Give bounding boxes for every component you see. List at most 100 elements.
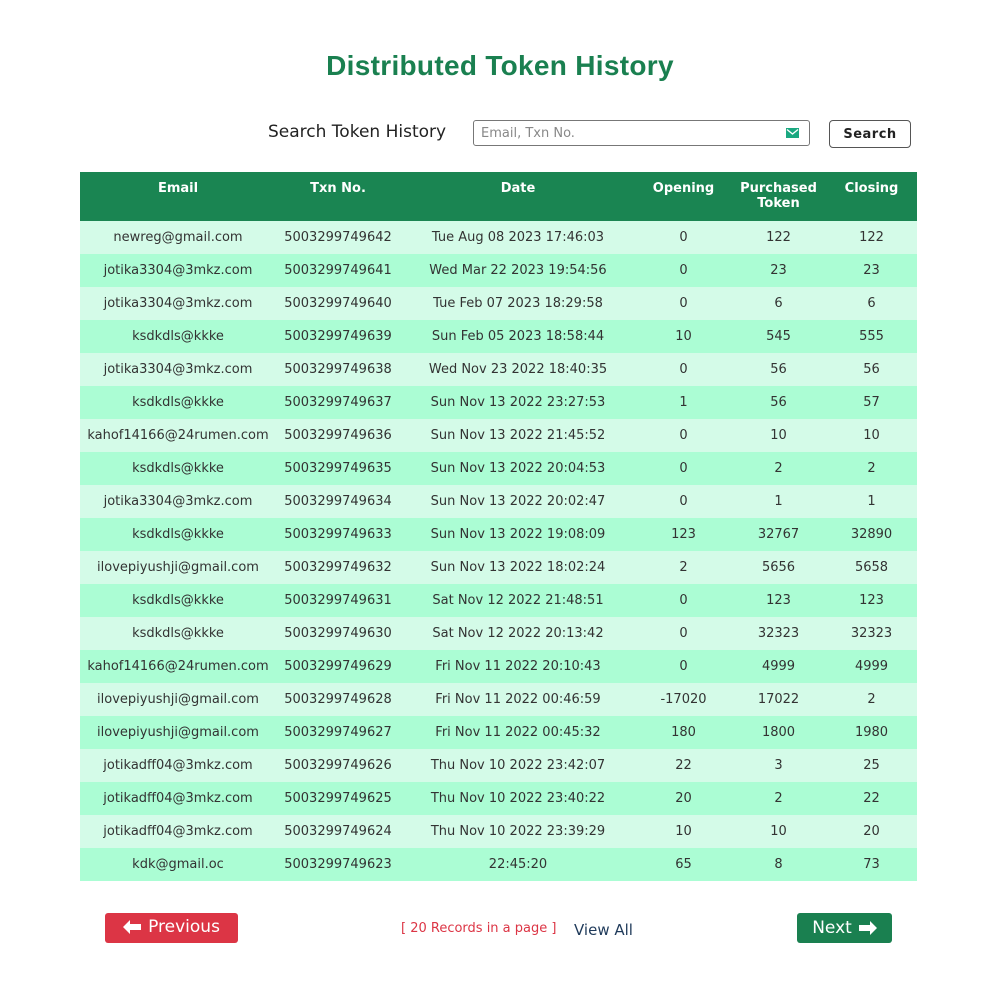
next-button[interactable]: Next xyxy=(797,913,892,943)
cell-closing: 4999 xyxy=(854,659,889,674)
cell-opening: 180 xyxy=(671,725,696,740)
table-row: ksdkdls@kkke 5003299749639 Sun Feb 05 2023… xyxy=(80,320,917,353)
cell-txn-no: 5003299749637 xyxy=(284,395,392,410)
cell-email: kahof14166@24rumen.com xyxy=(87,428,269,443)
cell-txn-no: 5003299749634 xyxy=(284,494,392,509)
cell-email: ksdkdls@kkke xyxy=(132,593,224,608)
table-body: newreg@gmail.com 5003299749642 Tue Aug 08 … xyxy=(80,221,917,881)
table-row: ilovepiyushji@gmail.com 5003299749628 Fri … xyxy=(80,683,917,716)
cell-date: Sun Nov 13 2022 21:45:52 xyxy=(430,428,606,443)
cell-closing: 10 xyxy=(863,428,880,443)
cell-closing: 73 xyxy=(863,857,880,872)
search-button[interactable]: Search xyxy=(829,120,911,148)
cell-closing: 23 xyxy=(863,263,880,278)
cell-email: jotika3304@3mkz.com xyxy=(103,362,253,377)
table-row: ilovepiyushji@gmail.com 5003299749632 Sun … xyxy=(80,551,917,584)
cell-closing: 6 xyxy=(867,296,876,311)
cell-date: Sun Nov 13 2022 19:08:09 xyxy=(430,527,606,542)
table-row: ksdkdls@kkke 5003299749635 Sun Nov 13 2022… xyxy=(80,452,917,485)
table-row: jotika3304@3mkz.com 5003299749640 Tue Feb … xyxy=(80,287,917,320)
cell-closing: 555 xyxy=(859,329,884,344)
cell-txn-no: 5003299749638 xyxy=(284,362,392,377)
cell-opening: 0 xyxy=(679,494,688,509)
cell-txn-no: 5003299749642 xyxy=(284,230,392,245)
column-header-closing: Closing xyxy=(844,181,899,196)
cell-purchased-token: 123 xyxy=(766,593,791,608)
cell-opening: 123 xyxy=(671,527,696,542)
cell-email: jotika3304@3mkz.com xyxy=(103,263,253,278)
cell-txn-no: 5003299749625 xyxy=(284,791,392,806)
cell-opening: 0 xyxy=(679,593,688,608)
envelope-icon xyxy=(786,128,799,138)
table-row: jotika3304@3mkz.com 5003299749641 Wed Mar … xyxy=(80,254,917,287)
cell-txn-no: 5003299749632 xyxy=(284,560,392,575)
cell-date: Sun Nov 13 2022 20:02:47 xyxy=(430,494,606,509)
cell-purchased-token: 23 xyxy=(770,263,787,278)
cell-txn-no: 5003299749633 xyxy=(284,527,392,542)
table-row: kahof14166@24rumen.com 5003299749629 Fri N… xyxy=(80,650,917,683)
cell-purchased-token: 6 xyxy=(774,296,783,311)
table-row: ksdkdls@kkke 5003299749631 Sat Nov 12 2022… xyxy=(80,584,917,617)
cell-opening: 0 xyxy=(679,263,688,278)
cell-opening: 0 xyxy=(679,230,688,245)
token-history-table-container: Email Txn No. Date Opening Purchased Tok… xyxy=(80,172,917,881)
page-title: Distributed Token History xyxy=(326,50,674,81)
table-header-row: Email Txn No. Date Opening Purchased Tok… xyxy=(80,172,917,221)
cell-closing: 5658 xyxy=(854,560,889,575)
cell-date: Wed Nov 23 2022 18:40:35 xyxy=(428,362,608,377)
column-header-email: Email xyxy=(157,181,199,196)
view-all-link[interactable]: View All xyxy=(574,921,633,939)
cell-closing: 123 xyxy=(859,593,884,608)
cell-purchased-token: 4999 xyxy=(761,659,796,674)
cell-email: kahof14166@24rumen.com xyxy=(87,659,269,674)
cell-date: Sun Nov 13 2022 18:02:24 xyxy=(430,560,606,575)
cell-purchased-token: 17022 xyxy=(757,692,800,707)
cell-email: jotikadff04@3mkz.com xyxy=(103,791,253,806)
cell-purchased-token: 1800 xyxy=(761,725,796,740)
table-row: jotikadff04@3mkz.com 5003299749626 Thu Nov… xyxy=(80,749,917,782)
cell-date: Thu Nov 10 2022 23:42:07 xyxy=(430,758,606,773)
cell-purchased-token: 2 xyxy=(774,461,783,476)
cell-email: jotika3304@3mkz.com xyxy=(103,296,253,311)
cell-txn-no: 5003299749641 xyxy=(284,263,392,278)
cell-closing: 2 xyxy=(867,692,876,707)
cell-txn-no: 5003299749635 xyxy=(284,461,392,476)
cell-txn-no: 5003299749627 xyxy=(284,725,392,740)
cell-opening: 1 xyxy=(679,395,688,410)
cell-purchased-token: 56 xyxy=(770,395,787,410)
cell-purchased-token: 545 xyxy=(766,329,791,344)
cell-closing: 1980 xyxy=(854,725,889,740)
cell-closing: 56 xyxy=(863,362,880,377)
cell-date: Thu Nov 10 2022 23:39:29 xyxy=(430,824,606,839)
cell-email: ksdkdls@kkke xyxy=(132,395,224,410)
cell-date: Sat Nov 12 2022 21:48:51 xyxy=(432,593,604,608)
cell-date: Sun Nov 13 2022 20:04:53 xyxy=(430,461,606,476)
cell-email: ilovepiyushji@gmail.com xyxy=(97,692,259,707)
cell-date: Fri Nov 11 2022 20:10:43 xyxy=(435,659,601,674)
previous-button[interactable]: Previous xyxy=(105,913,238,943)
cell-purchased-token: 3 xyxy=(774,758,783,773)
table-row: ilovepiyushji@gmail.com 5003299749627 Fri … xyxy=(80,716,917,749)
cell-email: ilovepiyushji@gmail.com xyxy=(97,725,259,740)
cell-date: Sun Nov 13 2022 23:27:53 xyxy=(430,395,606,410)
search-input[interactable] xyxy=(474,121,771,145)
cell-opening: 0 xyxy=(679,362,688,377)
cell-purchased-token: 56 xyxy=(770,362,787,377)
cell-opening: 65 xyxy=(675,857,692,872)
cell-txn-no: 5003299749624 xyxy=(284,824,392,839)
column-header-date: Date xyxy=(500,181,536,196)
cell-closing: 57 xyxy=(863,395,880,410)
cell-date: Fri Nov 11 2022 00:45:32 xyxy=(435,725,601,740)
table-row: newreg@gmail.com 5003299749642 Tue Aug 08 … xyxy=(80,221,917,254)
table-row: jotikadff04@3mkz.com 5003299749624 Thu Nov… xyxy=(80,815,917,848)
cell-date: Sat Nov 12 2022 20:13:42 xyxy=(432,626,604,641)
cell-opening: -17020 xyxy=(660,692,707,707)
cell-purchased-token: 122 xyxy=(766,230,791,245)
cell-txn-no: 5003299749629 xyxy=(284,659,392,674)
cell-opening: 10 xyxy=(675,824,692,839)
cell-txn-no: 5003299749630 xyxy=(284,626,392,641)
cell-closing: 32890 xyxy=(850,527,893,542)
search-field[interactable] xyxy=(473,120,810,146)
cell-opening: 22 xyxy=(675,758,692,773)
table-row: jotikadff04@3mkz.com 5003299749625 Thu Nov… xyxy=(80,782,917,815)
